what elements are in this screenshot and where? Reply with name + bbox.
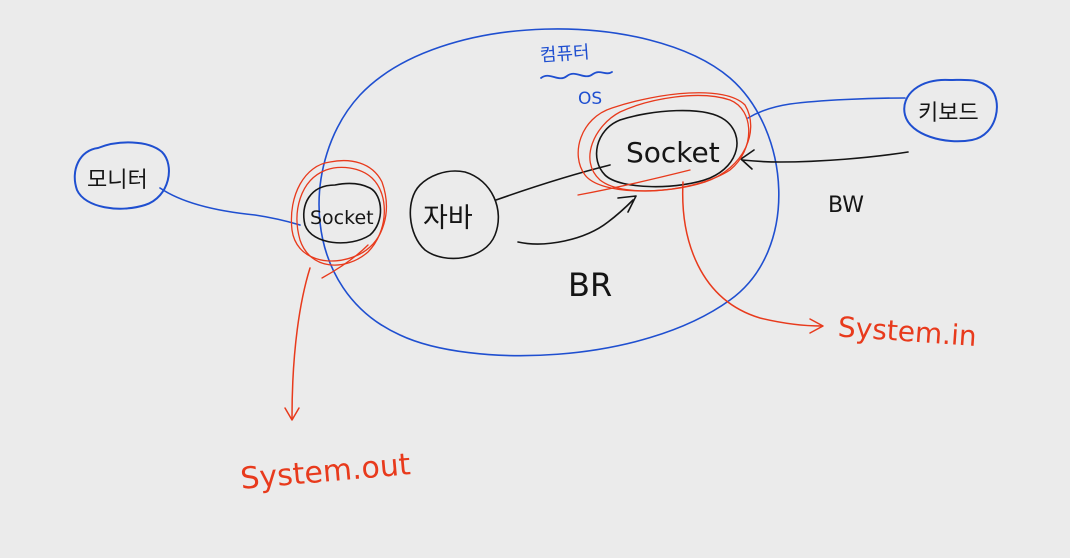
- system-in-arrow-line: [681, 181, 823, 327]
- br-arrow-line: [517, 199, 634, 245]
- label-java: 자바: [423, 203, 473, 234]
- label-keyboard: 키보드: [918, 101, 979, 126]
- system-out-arrow-line: [291, 267, 311, 419]
- label-socket-right: Socket: [626, 136, 720, 169]
- label-system-in: System.in: [837, 310, 978, 353]
- label-socket-left: Socket: [310, 207, 374, 229]
- computer-underline-squiggle: [540, 71, 613, 80]
- label-computer: 컴퓨터: [539, 42, 590, 66]
- label-system-out: System.out: [239, 447, 412, 497]
- label-monitor: 모니터: [87, 168, 148, 193]
- whiteboard-canvas: 컴퓨터 OS 모니터 키보드 자바 Socket Socket BR BW Sy…: [0, 0, 1070, 558]
- label-br: BR: [568, 266, 612, 304]
- label-bw: BW: [828, 193, 864, 218]
- bw-arrow-line: [741, 151, 909, 163]
- keyboard-to-socket-line: [747, 97, 906, 119]
- br-arrowhead: [617, 195, 637, 213]
- label-os: OS: [578, 89, 602, 109]
- diagram-svg: 컴퓨터 OS 모니터 키보드 자바 Socket Socket BR BW Sy…: [73, 28, 998, 497]
- computer-boundary-ellipse: [318, 28, 780, 357]
- monitor-to-socket-line: [159, 187, 301, 226]
